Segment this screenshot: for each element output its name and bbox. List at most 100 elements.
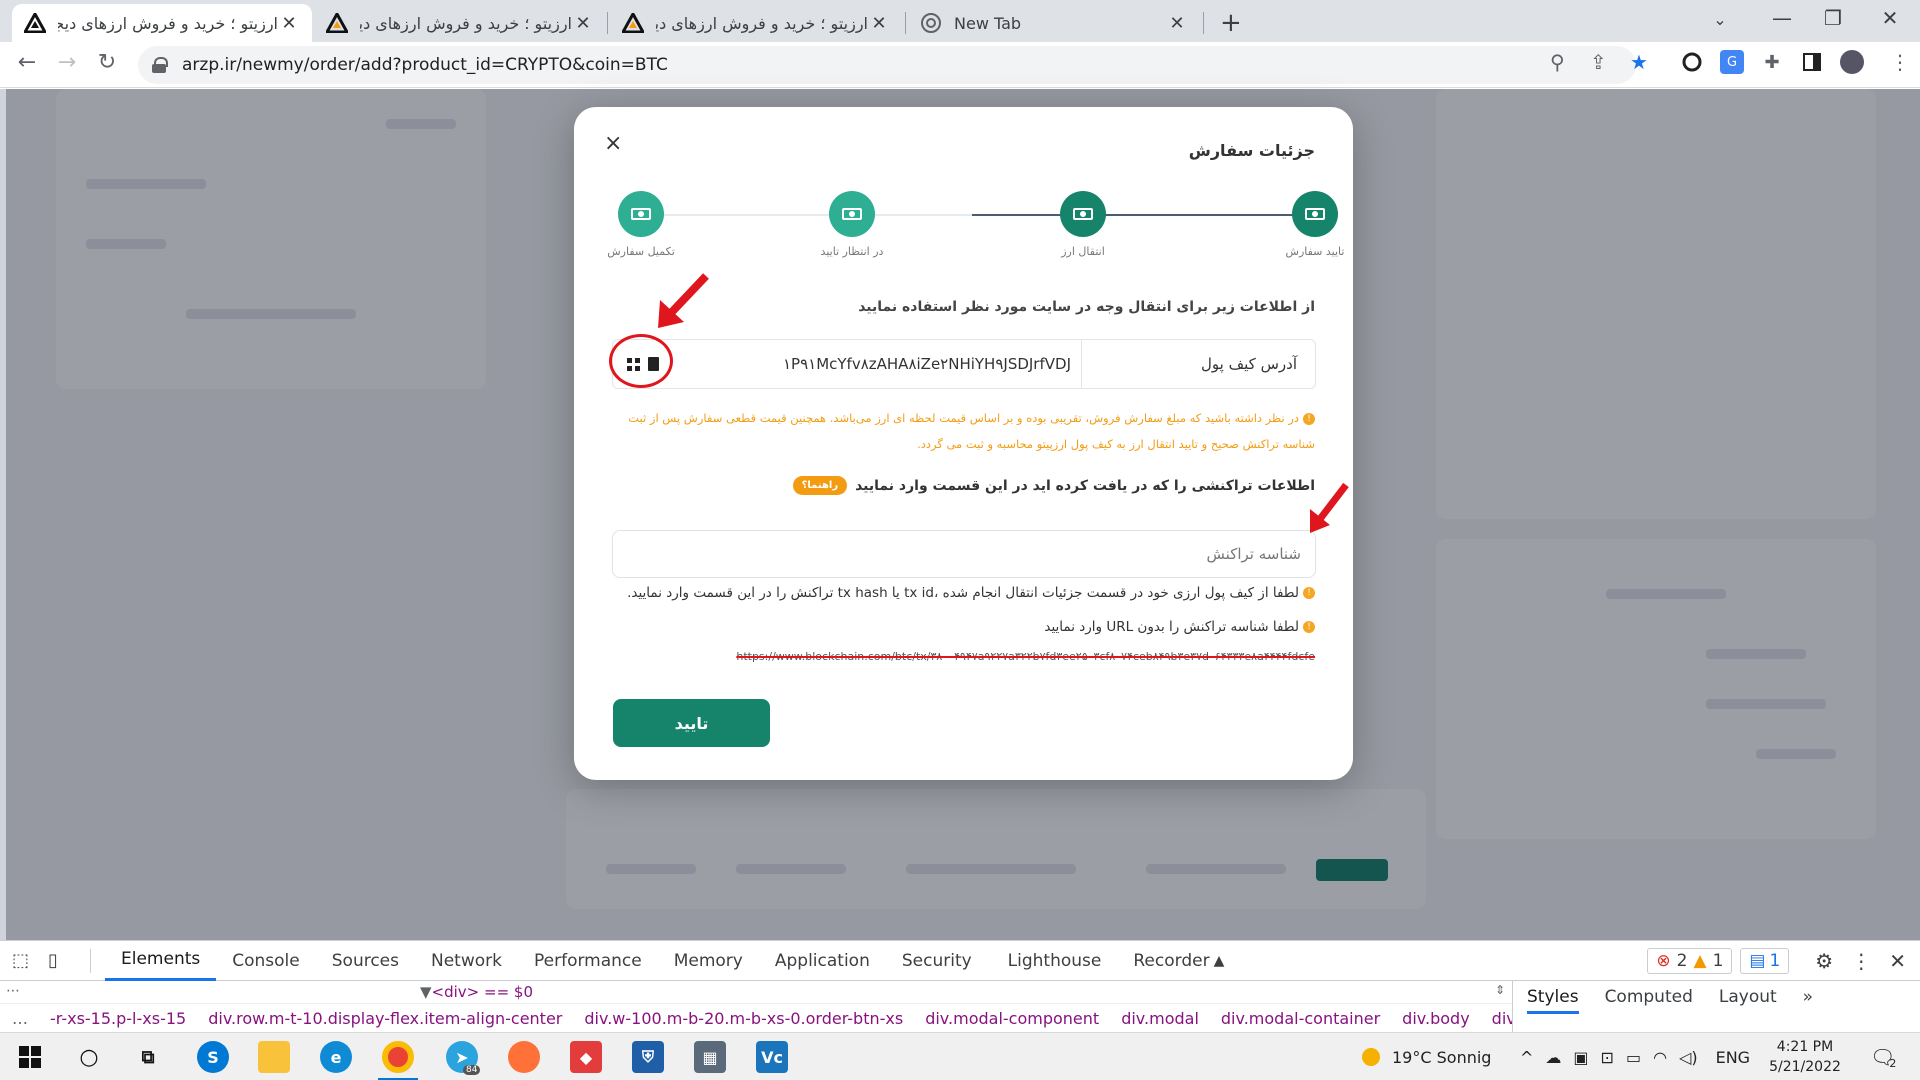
extension-ring-icon[interactable] bbox=[1680, 50, 1704, 74]
tab-lighthouse[interactable]: Lighthouse bbox=[992, 941, 1118, 981]
scroll-handle-icon[interactable]: ⇕ bbox=[1495, 983, 1505, 997]
order-details-modal: × جزئیات سفارش تایید سفارش انتقال ارز در… bbox=[574, 107, 1353, 780]
annotation-arrow-icon bbox=[658, 273, 709, 328]
tab-memory[interactable]: Memory bbox=[658, 941, 759, 981]
browser-tab-1[interactable]: ارزیتو ؛ خرید و فروش ارزهای دیجیتا ✕ bbox=[12, 4, 312, 42]
share-icon[interactable]: ⇪ bbox=[1590, 50, 1607, 74]
chevron-up-icon[interactable]: ^ bbox=[1520, 1048, 1533, 1067]
google-translate-icon[interactable]: G bbox=[1720, 50, 1744, 74]
volume-icon[interactable]: ◁) bbox=[1679, 1048, 1698, 1067]
tab-network[interactable]: Network bbox=[415, 941, 518, 981]
reload-icon[interactable]: ↻ bbox=[92, 50, 122, 75]
search-circle-icon[interactable]: ○ bbox=[73, 1041, 105, 1073]
info-icon: ! bbox=[1303, 621, 1315, 633]
guide-badge[interactable]: راهنما؟ bbox=[792, 476, 848, 495]
device-icon[interactable]: ▣ bbox=[1573, 1048, 1588, 1067]
selected-node[interactable]: ▼<div> == $0 bbox=[420, 983, 533, 1001]
tab-recorder[interactable]: Recorder bbox=[1117, 941, 1213, 981]
puzzle-extensions-icon[interactable]: ✚ bbox=[1760, 50, 1784, 74]
security-shield-icon[interactable]: ⛨ bbox=[632, 1041, 664, 1073]
side-panel-icon[interactable] bbox=[1800, 50, 1824, 74]
browser-tab-2[interactable]: ارزیتو ؛ خرید و فروش ارزهای دیجیتا ✕ bbox=[314, 4, 606, 42]
tab-title: New Tab bbox=[954, 13, 1022, 33]
wifi-icon[interactable]: ◠ bbox=[1653, 1048, 1667, 1067]
calculator-icon[interactable]: ▦ bbox=[694, 1041, 726, 1073]
breadcrumb-item[interactable]: div.modal-container bbox=[1221, 1009, 1380, 1028]
issues-counter[interactable]: ⊗ 2 ▲ 1 bbox=[1647, 947, 1733, 974]
tab-computed[interactable]: Computed bbox=[1605, 987, 1693, 1014]
devtools-panel: ⬚ ▯ Elements Console Sources Network Per… bbox=[0, 940, 1920, 1033]
new-tab-button[interactable]: + bbox=[1220, 8, 1242, 38]
tab-sources[interactable]: Sources bbox=[316, 941, 415, 981]
firefox-icon[interactable] bbox=[508, 1041, 540, 1073]
windows-start-icon[interactable] bbox=[14, 1041, 46, 1073]
transaction-id-input[interactable] bbox=[612, 530, 1316, 578]
clock-date: 5/21/2022 bbox=[1769, 1059, 1841, 1075]
skype-icon[interactable]: S bbox=[197, 1041, 229, 1073]
example-url: https://www.blockchain.com/btc/tx/۳۸۰۰۴۹… bbox=[736, 650, 1315, 663]
breadcrumb-item[interactable]: div.modal bbox=[1121, 1009, 1199, 1028]
edge-icon[interactable]: e bbox=[320, 1041, 352, 1073]
transaction-title-text: اطلاعات تراکنشی را که در یافت کرده اید د… bbox=[855, 477, 1315, 494]
price-warning: ! در نظر داشته باشید که مبلغ سفارش فروش، … bbox=[611, 405, 1315, 457]
info-icon: ! bbox=[1303, 587, 1315, 599]
tab-search-chevron-icon[interactable]: ⌄ bbox=[1700, 10, 1740, 29]
address-bar[interactable]: arzp.ir/newmy/order/add?product_id=CRYPT… bbox=[138, 46, 1636, 84]
browser-tab-4[interactable]: New Tab ✕ bbox=[908, 4, 1200, 42]
restore-button[interactable]: ❐ bbox=[1813, 6, 1853, 30]
device-toolbar-icon[interactable]: ▯ bbox=[48, 950, 70, 971]
close-icon[interactable]: ✕ bbox=[1166, 13, 1188, 34]
minimize-button[interactable]: — bbox=[1762, 6, 1802, 30]
tab-console[interactable]: Console bbox=[216, 941, 316, 981]
language-indicator[interactable]: ENG bbox=[1716, 1048, 1750, 1067]
battery-icon[interactable]: ▭ bbox=[1626, 1048, 1641, 1067]
tab-strip: ارزیتو ؛ خرید و فروش ارزهای دیجیتا ✕ ارز… bbox=[0, 0, 1920, 42]
step-awaiting-approval: در انتظار تایید bbox=[797, 191, 907, 258]
forward-arrow-icon[interactable]: → bbox=[52, 50, 82, 75]
settings-gear-icon[interactable]: ⚙ bbox=[1815, 949, 1833, 973]
tab-performance[interactable]: Performance bbox=[518, 941, 658, 981]
zoom-icon[interactable]: ⚲ bbox=[1550, 50, 1565, 74]
bookmark-star-icon[interactable]: ★ bbox=[1630, 50, 1648, 74]
tab-styles[interactable]: Styles bbox=[1527, 987, 1579, 1014]
breadcrumb-item[interactable]: div.w-100.m-b-20.m-b-xs-0.order-btn-xs bbox=[584, 1009, 903, 1028]
task-view-icon[interactable]: ⧉ bbox=[132, 1041, 164, 1073]
tab-layout[interactable]: Layout bbox=[1719, 987, 1777, 1014]
modal-title: جزئیات سفارش bbox=[1188, 141, 1315, 160]
file-explorer-icon[interactable] bbox=[258, 1041, 290, 1073]
close-window-button[interactable]: ✕ bbox=[1870, 6, 1910, 30]
close-icon[interactable]: × bbox=[604, 131, 622, 156]
inspect-element-icon[interactable]: ⬚ bbox=[12, 950, 34, 971]
tab-elements[interactable]: Elements bbox=[105, 941, 217, 981]
breadcrumb-item[interactable]: div.modal-component bbox=[925, 1009, 1099, 1028]
breadcrumb-item[interactable]: -r-xs-15.p-l-xs-15 bbox=[50, 1009, 186, 1028]
anydesk-icon[interactable]: ◆ bbox=[570, 1041, 602, 1073]
tab-security[interactable]: Security bbox=[886, 941, 988, 981]
devtools-menu-icon[interactable]: ⋮ bbox=[1851, 949, 1871, 973]
warning-icon: ▲ bbox=[1693, 950, 1707, 971]
close-icon[interactable]: ✕ bbox=[572, 13, 594, 34]
back-arrow-icon[interactable]: ← bbox=[12, 50, 42, 75]
browser-tab-3[interactable]: ارزیتو ؛ خرید و فروش ارزهای دیجیتا ✕ bbox=[610, 4, 902, 42]
breadcrumb-item[interactable]: div.row.m-t-10.display-flex.item-align-c… bbox=[208, 1009, 562, 1028]
messages-counter[interactable]: ▤ 1 bbox=[1740, 947, 1790, 974]
close-devtools-icon[interactable]: ✕ bbox=[1889, 949, 1906, 973]
onedrive-icon[interactable]: ☁ bbox=[1545, 1048, 1561, 1067]
profile-avatar[interactable] bbox=[1840, 50, 1864, 74]
wallet-address-value[interactable]: ۱P۹۱McYfv۸zAHA۸iZe۲NHiYH۹JSDJrfVDJ bbox=[613, 340, 1081, 388]
info-icon: ! bbox=[1303, 412, 1315, 425]
confirm-button[interactable]: تایید bbox=[613, 699, 770, 747]
breadcrumb-item[interactable]: div.body bbox=[1402, 1009, 1469, 1028]
close-icon[interactable]: ✕ bbox=[278, 13, 300, 34]
weather-widget[interactable]: 19°C Sonnig bbox=[1362, 1033, 1491, 1080]
security-icon[interactable]: ⊡ bbox=[1601, 1048, 1614, 1067]
chrome-icon[interactable] bbox=[382, 1041, 414, 1073]
menu-kebab-icon[interactable]: ⋮ bbox=[1890, 50, 1910, 74]
tab-application[interactable]: Application bbox=[759, 941, 886, 981]
more-tabs-icon[interactable]: » bbox=[1803, 987, 1813, 1014]
vc-app-icon[interactable]: Vc bbox=[756, 1041, 788, 1073]
notifications-icon[interactable]: 🗨 2 bbox=[1870, 1033, 1896, 1080]
clock[interactable]: 4:21 PM 5/21/2022 bbox=[1760, 1033, 1850, 1080]
breadcrumb-item[interactable]: div.order bbox=[1492, 1009, 1512, 1028]
close-icon[interactable]: ✕ bbox=[868, 13, 890, 34]
